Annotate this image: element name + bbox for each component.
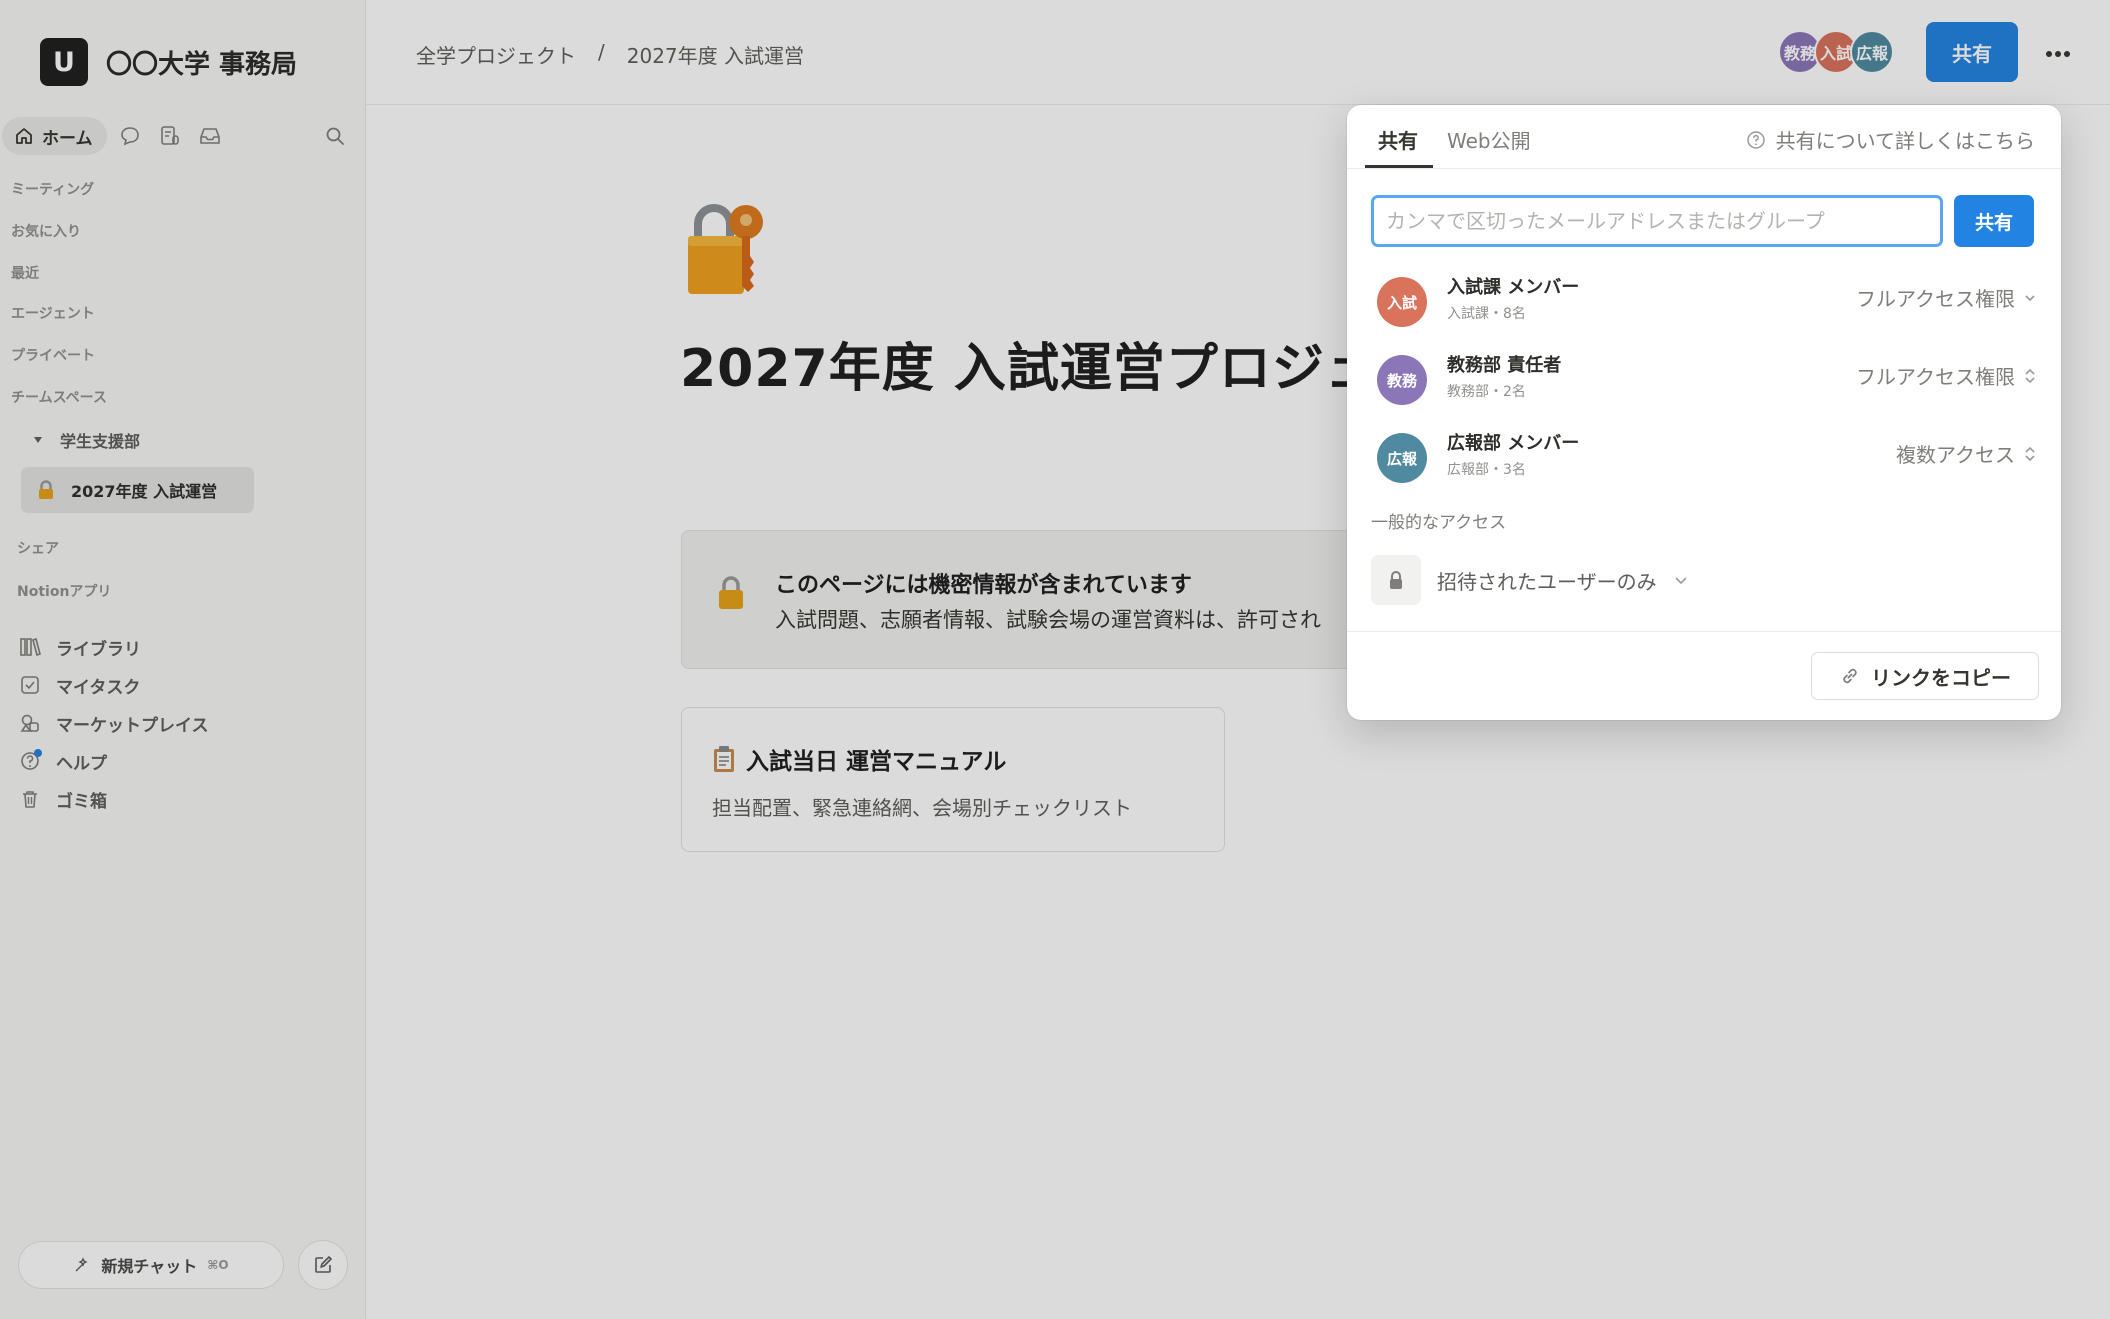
chevron-down-icon bbox=[2025, 294, 2035, 301]
member-name: 入試課 メンバー bbox=[1447, 277, 1580, 298]
share-popover: 共有 Web公開 共有について詳しくはこちら 共有 入試 入試課 メンバー 入試… bbox=[1347, 105, 2061, 720]
member-name: 教務部 責任者 bbox=[1447, 355, 1562, 376]
general-access-heading: 一般的なアクセス bbox=[1371, 513, 1507, 533]
invite-share-button[interactable]: 共有 bbox=[1954, 195, 2034, 247]
permission-label: 複数アクセス bbox=[1896, 443, 2015, 467]
divider bbox=[1347, 631, 2061, 632]
member-detail: 教務部・2名 bbox=[1447, 384, 1526, 400]
learn-about-sharing-link[interactable]: 共有について詳しくはこちら bbox=[1746, 125, 2035, 154]
tab-share[interactable]: 共有 bbox=[1378, 125, 1418, 154]
lock-icon bbox=[1390, 571, 1402, 589]
member-detail: 広報部・3名 bbox=[1447, 462, 1526, 478]
member-row-koho: 広報 広報部 メンバー 広報部・3名 複数アクセス bbox=[1377, 423, 2037, 487]
avatar: 広報 bbox=[1377, 433, 1427, 483]
share-tabs: 共有 Web公開 共有について詳しくはこちら bbox=[1347, 105, 2061, 169]
learn-link-label: 共有について詳しくはこちら bbox=[1775, 129, 2035, 153]
chevron-down-icon bbox=[1675, 577, 1687, 585]
general-access-icon-box bbox=[1371, 555, 1421, 605]
member-detail: 入試課・8名 bbox=[1447, 306, 1526, 322]
copy-link-button[interactable]: リンクをコピー bbox=[1811, 652, 2039, 700]
copy-link-label: リンクをコピー bbox=[1871, 665, 2011, 690]
member-row-kyomu: 教務 教務部 責任者 教務部・2名 フルアクセス権限 bbox=[1377, 345, 2037, 409]
permission-dropdown[interactable]: 複数アクセス bbox=[1896, 439, 2037, 468]
member-row-nyushi: 入試 入試課 メンバー 入試課・8名 フルアクセス権限 bbox=[1377, 267, 2037, 331]
permission-label: フルアクセス権限 bbox=[1856, 287, 2015, 311]
link-icon bbox=[1843, 668, 1857, 684]
chevron-up-down-icon bbox=[2025, 446, 2035, 461]
permission-dropdown[interactable]: フルアクセス権限 bbox=[1856, 361, 2037, 390]
permission-dropdown[interactable]: フルアクセス権限 bbox=[1856, 283, 2037, 312]
active-tab-indicator bbox=[1365, 165, 1433, 168]
general-access-dropdown[interactable]: 招待されたユーザーのみ bbox=[1371, 555, 1689, 605]
invite-email-input[interactable] bbox=[1371, 195, 1943, 247]
general-access-value: 招待されたユーザーのみ bbox=[1437, 569, 1657, 594]
avatar: 入試 bbox=[1377, 277, 1427, 327]
permission-label: フルアクセス権限 bbox=[1856, 365, 2015, 389]
chevron-up-down-icon bbox=[2025, 368, 2035, 383]
avatar: 教務 bbox=[1377, 355, 1427, 405]
member-name: 広報部 メンバー bbox=[1447, 433, 1580, 454]
tab-web-publish[interactable]: Web公開 bbox=[1447, 125, 1531, 154]
question-circle-icon bbox=[1746, 130, 1765, 149]
